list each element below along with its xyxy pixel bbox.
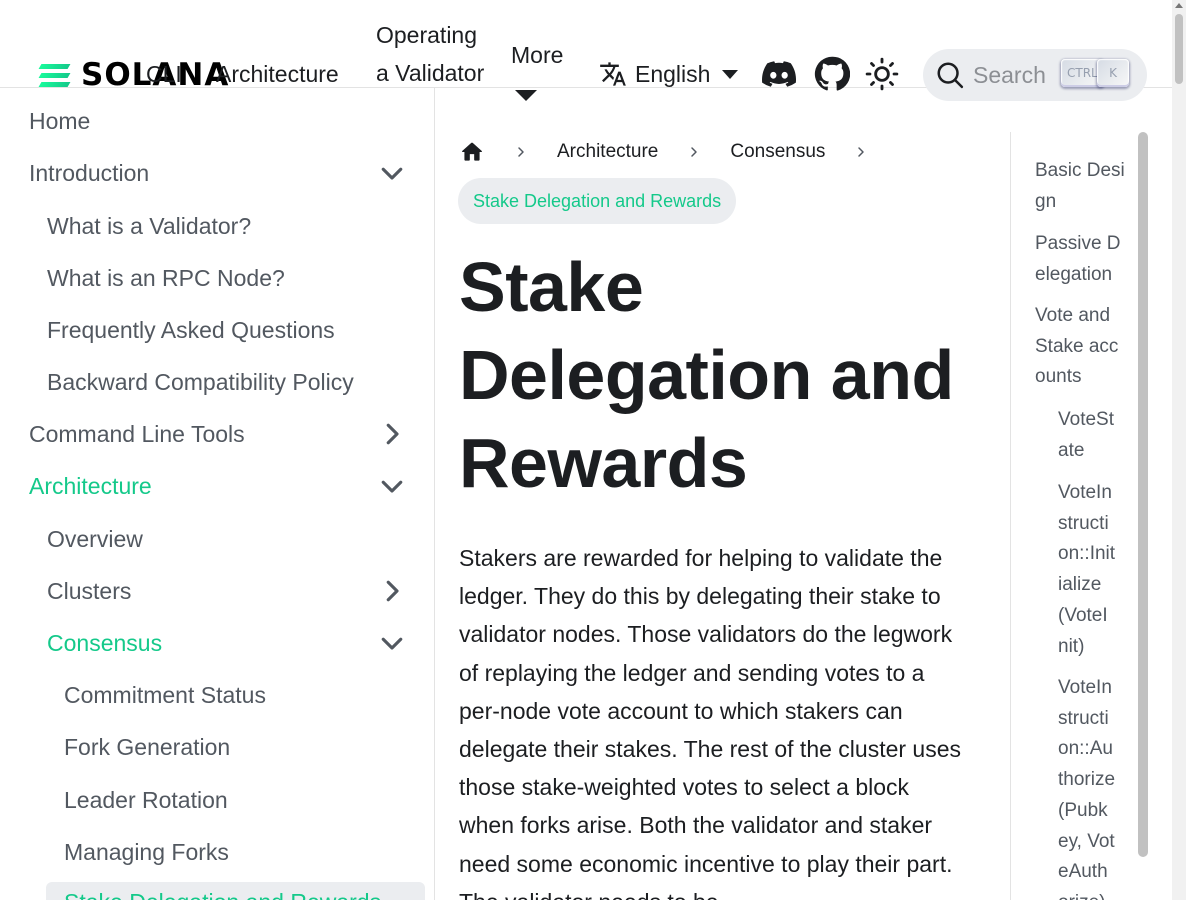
translate-icon <box>600 62 626 86</box>
chevron-right-icon[interactable] <box>377 419 407 449</box>
sidebar-item-label: Architecture <box>29 472 152 499</box>
toc-item-vote-authorize[interactable]: VoteInstruction::Authorize(Pubkey, VoteA… <box>1058 673 1118 900</box>
breadcrumb: Architecture Consensus <box>459 132 897 172</box>
scroll-up-arrow-icon[interactable] <box>1175 3 1183 8</box>
sidebar-item-overview[interactable]: Overview <box>35 514 425 564</box>
caret-down-icon <box>515 90 537 101</box>
chevron-right-icon <box>691 147 698 157</box>
sidebar-item-leader-rotation[interactable]: Leader Rotation <box>52 775 425 825</box>
toc-item-votestate[interactable]: VoteState <box>1058 405 1118 466</box>
chevron-right-icon <box>518 147 524 157</box>
sidebar-item-introduction[interactable]: Introduction <box>17 148 425 198</box>
breadcrumb-consensus[interactable]: Consensus <box>730 141 825 163</box>
chevron-down-icon[interactable] <box>377 628 407 658</box>
sidebar-item-label: Clusters <box>47 577 132 604</box>
table-of-contents: Basic Design Passive Delegation Vote and… <box>1010 132 1136 900</box>
breadcrumb-current: Stake Delegation and Rewards <box>458 178 737 224</box>
breadcrumb-architecture[interactable]: Architecture <box>557 141 658 163</box>
intro-paragraph: Stakers are rewarded for helping to vali… <box>459 545 962 900</box>
sidebar-item-label: Command Line Tools <box>29 420 245 447</box>
sidebar-item-label: Consensus <box>47 629 163 656</box>
page-scrollbar[interactable] <box>1172 0 1186 900</box>
search-button[interactable]: Search CTRL K <box>923 49 1147 101</box>
sidebar-item-home[interactable]: Home <box>17 96 425 146</box>
sidebar-item-stake-delegation[interactable]: Stake Delegation and Rewards <box>52 877 425 900</box>
solana-logo-mark <box>38 63 71 87</box>
toc-item-vote-initialize[interactable]: VoteInstruction::Initialize(VoteInit) <box>1058 478 1118 662</box>
chevron-down-icon <box>722 69 739 79</box>
sidebar-item-commitment-status[interactable]: Commitment Status <box>52 670 425 720</box>
sidebar-item-fork-generation[interactable]: Fork Generation <box>52 722 425 772</box>
chevron-down-icon[interactable] <box>377 158 407 188</box>
sidebar-item-architecture[interactable]: Architecture <box>17 461 425 511</box>
chevron-right-icon <box>858 147 865 157</box>
language-label: English <box>635 60 711 87</box>
nav-link-cli[interactable]: CLI <box>146 55 182 93</box>
github-icon[interactable] <box>814 56 850 92</box>
chevron-down-icon[interactable] <box>377 471 407 501</box>
sidebar-item-managing-forks[interactable]: Managing Forks <box>52 827 425 877</box>
kbd-k: K <box>1097 59 1129 87</box>
sidebar-item-label: Introduction <box>29 159 150 186</box>
language-dropdown[interactable]: English <box>599 55 739 93</box>
sidebar-item-what-is-rpc-node[interactable]: What is an RPC Node? <box>35 253 425 303</box>
toc-scrollbar[interactable] <box>1138 132 1148 900</box>
sidebar-item-what-is-validator[interactable]: What is a Validator? <box>35 201 425 251</box>
page-scroll-thumb[interactable] <box>1175 14 1183 84</box>
toc-item-passive-delegation[interactable]: Passive Delegation <box>1035 229 1127 290</box>
docs-sidebar: Home Introduction What is a Validator? W… <box>0 88 435 900</box>
discord-icon[interactable] <box>761 56 797 92</box>
sidebar-item-consensus[interactable]: Consensus <box>35 618 425 668</box>
toc-scroll-thumb[interactable] <box>1138 132 1148 857</box>
page-title: Stake Delegation and Rewards <box>459 248 954 502</box>
sidebar-item-command-line-tools[interactable]: Command Line Tools <box>17 409 425 459</box>
home-icon[interactable] <box>459 139 485 165</box>
sidebar-item-backward-compat[interactable]: Backward Compatibility Policy <box>35 357 425 407</box>
top-navbar: SOLANA CLI Architecture Operating a Vali… <box>0 0 1172 101</box>
sidebar-item-faq[interactable]: Frequently Asked Questions <box>35 305 425 355</box>
toc-item-basic-design[interactable]: Basic Design <box>1035 156 1125 217</box>
nav-link-architecture[interactable]: Architecture <box>216 55 339 93</box>
chevron-right-icon[interactable] <box>377 576 407 606</box>
nav-link-operating-validator[interactable]: Operating a Validator <box>376 16 486 92</box>
theme-toggle-icon[interactable] <box>864 56 900 92</box>
nav-more-dropdown[interactable]: More <box>511 36 563 74</box>
sidebar-item-clusters[interactable]: Clusters <box>35 566 425 616</box>
search-placeholder: Search <box>973 61 1046 88</box>
search-icon <box>937 62 964 89</box>
toc-item-vote-and-stake-accounts[interactable]: Vote and Stake accounts <box>1035 301 1125 393</box>
main-content: Architecture Consensus Stake Delegation … <box>435 88 1010 900</box>
